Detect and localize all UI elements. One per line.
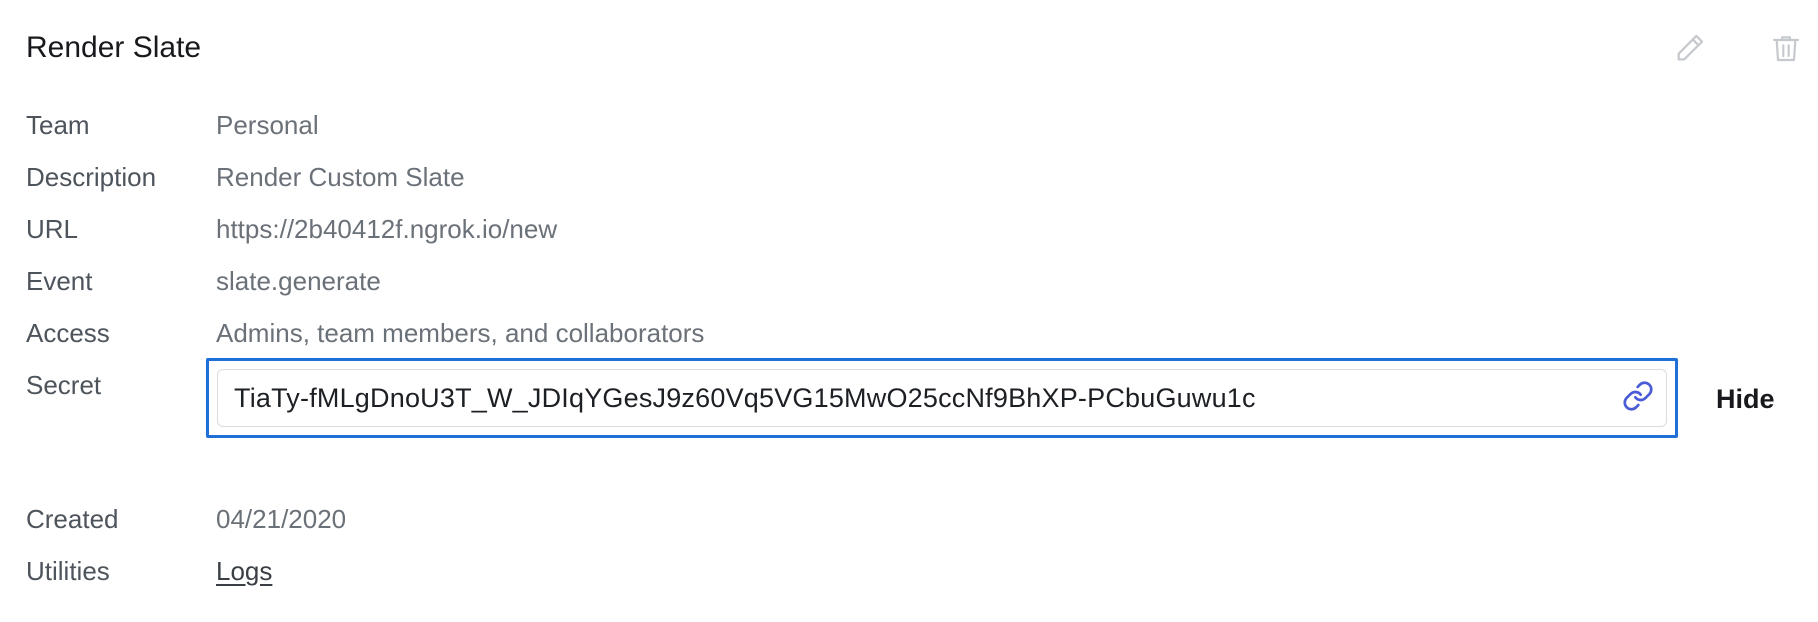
created-row: Created 04/21/2020 bbox=[26, 502, 346, 536]
team-row: Team Personal bbox=[26, 108, 319, 142]
access-row: Access Admins, team members, and collabo… bbox=[26, 316, 704, 350]
secret-row: Secret bbox=[26, 368, 216, 402]
description-row: Description Render Custom Slate bbox=[26, 160, 465, 194]
description-value: Render Custom Slate bbox=[216, 162, 465, 192]
created-label: Created bbox=[26, 504, 119, 534]
event-row: Event slate.generate bbox=[26, 264, 381, 298]
logs-link[interactable]: Logs bbox=[216, 554, 272, 588]
webhook-detail-panel: Render Slate Team Personal Description R… bbox=[0, 0, 1818, 622]
secret-label: Secret bbox=[26, 370, 102, 400]
created-value: 04/21/2020 bbox=[216, 504, 347, 534]
access-value: Admins, team members, and collaborators bbox=[216, 318, 705, 348]
hide-secret-button[interactable]: Hide bbox=[1716, 382, 1775, 416]
trash-icon bbox=[1770, 31, 1802, 65]
description-label: Description bbox=[26, 162, 157, 192]
team-label: Team bbox=[26, 110, 90, 140]
link-icon bbox=[1622, 380, 1654, 417]
url-row: URL https://2b40412f.ngrok.io/new bbox=[26, 212, 557, 246]
page-title: Render Slate bbox=[26, 31, 202, 64]
secret-field-focus-ring: TiaTy-fMLgDnoU3T_W_JDIqYGesJ9z60Vq5VG15M… bbox=[206, 358, 1678, 438]
access-label: Access bbox=[26, 318, 110, 348]
secret-field[interactable]: TiaTy-fMLgDnoU3T_W_JDIqYGesJ9z60Vq5VG15M… bbox=[217, 369, 1667, 427]
event-value: slate.generate bbox=[216, 266, 381, 296]
team-value: Personal bbox=[216, 110, 319, 140]
delete-button[interactable] bbox=[1766, 28, 1806, 68]
url-value: https://2b40412f.ngrok.io/new bbox=[216, 214, 558, 244]
edit-button[interactable] bbox=[1670, 28, 1710, 68]
pencil-icon bbox=[1673, 31, 1707, 65]
event-label: Event bbox=[26, 266, 93, 296]
utilities-label: Utilities bbox=[26, 556, 110, 586]
secret-value[interactable]: TiaTy-fMLgDnoU3T_W_JDIqYGesJ9z60Vq5VG15M… bbox=[234, 370, 1256, 426]
url-label: URL bbox=[26, 214, 79, 244]
utilities-row: Utilities Logs bbox=[26, 554, 272, 588]
copy-link-button[interactable] bbox=[1620, 380, 1656, 416]
